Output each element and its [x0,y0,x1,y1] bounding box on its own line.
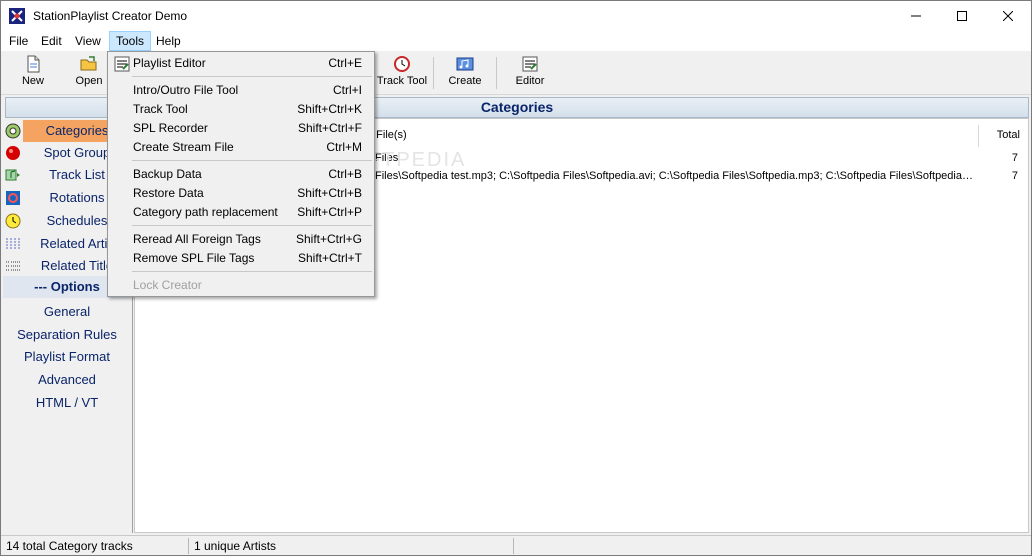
track-tool-button-label: Track Tool [376,75,428,87]
sidebar-option-advanced[interactable]: Advanced [3,369,131,391]
create-button[interactable]: Create [445,55,485,93]
tools-menu-track-tool[interactable]: Track Tool Shift+Ctrl+K [110,100,372,119]
tools-menu-remove-spl-tags[interactable]: Remove SPL File Tags Shift+Ctrl+T [110,249,372,268]
menu-item-shortcut: Shift+Ctrl+B [297,186,362,200]
sidebar-option-label: Separation Rules [17,327,117,342]
section-title: Categories [480,99,554,115]
sidebar-option-label: General [43,304,91,319]
tools-menu-lock-creator: Lock Creator [110,276,372,295]
sidebar-option-general[interactable]: General [3,301,131,323]
sidebar-option-html-vt[interactable]: HTML / VT [3,392,131,414]
new-button-label: New [21,75,44,87]
menu-item-label: Reread All Foreign Tags [133,232,261,246]
menu-item-shortcut: Ctrl+E [328,56,362,70]
menu-item-label: SPL Recorder [133,121,208,135]
menu-item-shortcut: Shift+Ctrl+P [297,205,362,219]
tools-menu-restore-data[interactable]: Restore Data Shift+Ctrl+B [110,184,372,203]
sidebar-option-label: Playlist Format [24,349,110,364]
menu-tools[interactable]: Tools [109,31,152,51]
menu-item-label: Category path replacement [133,205,278,219]
menu-item-label: Create Stream File [133,140,234,154]
tools-menu-dropdown: Playlist Editor Ctrl+E Intro/Outro File … [107,51,375,297]
tools-menu-create-stream-file[interactable]: Create Stream File Ctrl+M [110,138,372,157]
menu-separator [132,225,372,226]
red-ball-icon [6,146,20,160]
maximize-button[interactable] [939,1,985,31]
toolbar-separator [433,57,434,89]
open-button[interactable]: Open [71,55,107,93]
close-icon [1003,11,1013,21]
status-tracks: 14 total Category tracks [6,539,133,553]
open-button-label: Open [75,75,103,87]
close-button[interactable] [985,1,1031,31]
menu-help[interactable]: Help [150,31,187,51]
menu-item-label: Intro/Outro File Tool [133,83,239,97]
menu-item-shortcut: Shift+Ctrl+T [297,251,362,265]
new-document-icon [27,55,40,73]
menu-separator [132,160,372,161]
related-artists-icon [6,238,20,250]
tools-menu-reread-foreign-tags[interactable]: Reread All Foreign Tags Shift+Ctrl+G [110,230,372,249]
sidebar-option-playlist-format[interactable]: Playlist Format [3,346,131,368]
schedules-clock-icon [5,213,21,229]
tools-menu-spl-recorder[interactable]: SPL Recorder Shift+Ctrl+F [110,119,372,138]
menu-bar: File Edit View Tools Help [1,31,1031,51]
editor-button-label: Editor [515,75,545,87]
rotations-icon [6,191,20,205]
menu-item-label: Remove SPL File Tags [133,251,255,265]
row-total: 7 [1011,170,1018,182]
menu-item-label: Restore Data [133,186,204,200]
related-titles-icon [6,261,20,271]
new-button[interactable]: New [15,55,51,93]
status-bar: 14 total Category tracks 1 unique Artist… [1,535,1031,555]
sidebar-option-label: HTML / VT [35,395,99,410]
editor-icon [522,56,538,72]
status-artists: 1 unique Artists [194,539,277,553]
menu-item-shortcut: Ctrl+I [332,83,362,97]
title-bar: StationPlaylist Creator Demo [1,1,1031,31]
menu-item-shortcut: Shift+Ctrl+G [295,232,362,246]
track-tool-button[interactable]: Track Tool [375,55,429,93]
menu-file[interactable]: File [3,31,34,51]
menu-edit[interactable]: Edit [35,31,68,51]
tools-menu-category-path-replacement[interactable]: Category path replacement Shift+Ctrl+P [110,203,372,222]
track-list-icon [5,169,20,181]
minimize-icon [911,15,921,17]
menu-separator [132,76,372,77]
minimize-button[interactable] [893,1,939,31]
menu-item-label: Lock Creator [133,278,202,292]
menu-item-label: Playlist Editor [133,56,206,70]
status-divider [513,538,514,554]
clock-icon [394,56,410,72]
options-heading-label: --- Options [34,279,100,294]
maximize-icon [957,11,967,21]
playlist-editor-icon [114,56,130,72]
menu-separator [132,271,372,272]
open-folder-icon [80,56,97,71]
toolbar-separator [496,57,497,89]
menu-item-shortcut: Ctrl+M [326,140,362,154]
row-total: 7 [1011,152,1018,164]
window-title: StationPlaylist Creator Demo [33,9,188,23]
menu-item-label: Backup Data [133,167,202,181]
app-logo-icon [9,8,25,24]
tools-menu-intro-outro[interactable]: Intro/Outro File Tool Ctrl+I [110,81,372,100]
tools-menu-playlist-editor[interactable]: Playlist Editor Ctrl+E [110,54,372,73]
create-button-label: Create [448,75,482,87]
sidebar-option-separation-rules[interactable]: Separation Rules [3,324,131,346]
menu-view[interactable]: View [69,31,107,51]
menu-item-shortcut: Ctrl+B [328,167,362,181]
column-header-total[interactable]: Total [997,129,1020,141]
create-music-icon [456,57,474,71]
editor-button[interactable]: Editor [511,55,549,93]
column-divider [978,125,979,147]
tools-menu-backup-data[interactable]: Backup Data Ctrl+B [110,165,372,184]
app-window: StationPlaylist Creator Demo File Edit V… [0,0,1032,556]
categories-icon [5,123,21,139]
menu-item-shortcut: Shift+Ctrl+F [297,121,362,135]
menu-item-label: Track Tool [133,102,188,116]
sidebar-option-label: Advanced [38,372,96,387]
menu-item-shortcut: Shift+Ctrl+K [297,102,362,116]
